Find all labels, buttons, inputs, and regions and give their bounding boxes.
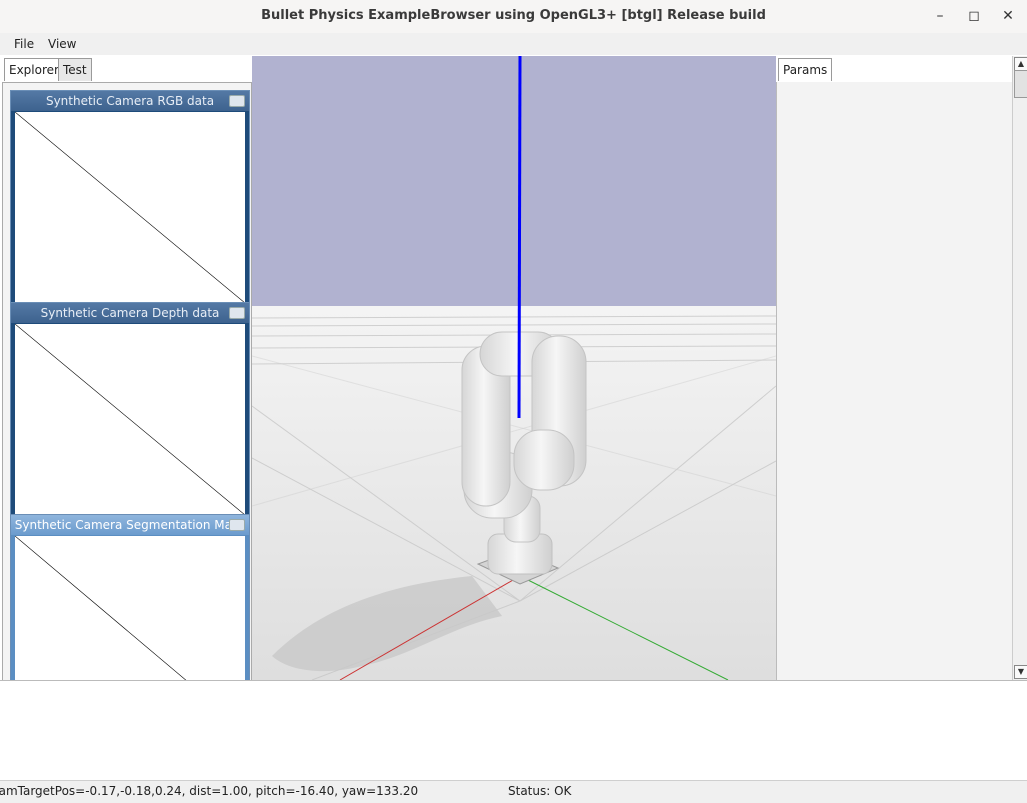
console-area [0,680,1027,781]
close-icon[interactable]: ✕ [997,6,1019,26]
axis-z [517,56,522,419]
status-text: Status: OK [508,784,572,798]
minimize-icon[interactable] [229,95,245,107]
tab-params[interactable]: Params [778,58,833,81]
title-bar: Bullet Physics ExampleBrowser using Open… [0,0,1027,34]
status-bar: camTargetPos=-0.17,-0.18,0.24, dist=1.00… [0,780,1027,803]
tab-test[interactable]: Test [58,58,92,81]
maximize-icon[interactable]: ◻ [963,6,985,26]
3d-viewport[interactable] [252,56,776,680]
scroll-thumb[interactable] [1014,70,1027,98]
scene-render[interactable] [252,56,776,680]
menu-file[interactable]: File [14,37,34,51]
camera-window-rgb[interactable]: Synthetic Camera RGB data [10,90,250,308]
scroll-up-icon[interactable]: ▲ [1014,57,1027,71]
camera-window-title[interactable]: Synthetic Camera Segmentation Mask [11,515,249,535]
params-scrollbar[interactable]: ▲ ▼ [1012,56,1027,680]
camera-window-title[interactable]: Synthetic Camera Depth data [11,303,249,323]
tab-explorer[interactable]: Explorer [4,58,64,81]
camera-status-text: camTargetPos=-0.17,-0.18,0.24, dist=1.00… [0,784,419,798]
window-title: Bullet Physics ExampleBrowser using Open… [261,8,766,23]
menu-bar: File View [0,33,1027,55]
camera-window-title[interactable]: Synthetic Camera RGB data [11,91,249,111]
menu-view[interactable]: View [48,37,76,51]
robot-link-6 [513,429,575,491]
minimize-icon[interactable] [229,307,245,319]
minimize-icon[interactable]: – [929,6,951,26]
camera-image [15,112,245,303]
scroll-down-icon[interactable]: ▼ [1014,665,1027,679]
params-panel: Params [776,56,1013,680]
params-frame [776,82,1013,680]
camera-image [15,324,245,515]
sky [252,56,776,308]
minimize-icon[interactable] [229,519,245,531]
camera-window-depth[interactable]: Synthetic Camera Depth data [10,302,250,520]
